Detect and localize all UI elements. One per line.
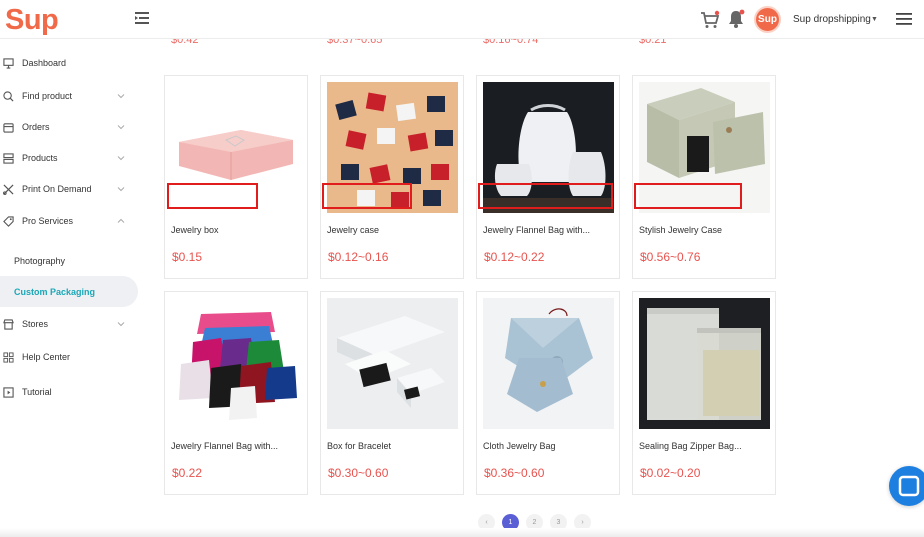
product-name[interactable]: Sealing Bag Zipper Bag... xyxy=(639,441,742,451)
sidebar-item-label: Products xyxy=(22,153,58,163)
username[interactable]: Sup dropshipping xyxy=(793,14,871,25)
product-price: $0.56~0.76 xyxy=(640,250,701,264)
chat-bubble-icon xyxy=(898,475,920,497)
bottom-divider xyxy=(0,528,924,537)
product-card[interactable]: Jewelry Flannel Bag with... $0.12~0.22 xyxy=(476,75,620,279)
sidebar-item-label: Pro Services xyxy=(22,216,74,226)
chevron-down-icon xyxy=(117,322,125,327)
grid-icon xyxy=(3,351,14,363)
sidebar-item-stores[interactable]: Stores xyxy=(0,309,140,339)
sidebar-subitem-photography[interactable]: Photography xyxy=(0,245,138,276)
sidebar-item-label: Help Center xyxy=(22,352,71,362)
search-icon xyxy=(3,90,14,102)
top-header: Sup Sup Sup dropshipping ▼ xyxy=(0,0,924,39)
sidebar-item-label: Orders xyxy=(22,122,50,132)
product-grid-area: $0.42 $0.37~0.65 $0.16~0.74 $0.21 Jewelr… xyxy=(140,34,924,537)
product-image[interactable] xyxy=(639,298,770,429)
highlight-box xyxy=(167,183,258,209)
sidebar-item-label: Print On Demand xyxy=(22,184,92,194)
sidebar-subitem-label: Custom Packaging xyxy=(14,286,96,297)
sidebar-subitem-custom-packaging[interactable]: Custom Packaging xyxy=(0,276,138,307)
product-name[interactable]: Jewelry Flannel Bag with... xyxy=(171,441,278,451)
product-name[interactable]: Jewelry Flannel Bag with... xyxy=(483,225,590,235)
product-name[interactable]: Stylish Jewelry Case xyxy=(639,225,722,235)
product-name[interactable]: Jewelry case xyxy=(327,225,379,235)
chevron-up-icon xyxy=(117,218,125,223)
sidebar-item-tutorial[interactable]: Tutorial xyxy=(0,377,140,407)
product-price: $0.12~0.16 xyxy=(328,250,389,264)
product-name[interactable]: Box for Bracelet xyxy=(327,441,391,451)
collapse-menu-icon[interactable] xyxy=(134,10,150,26)
sidebar-subitem-label: Photography xyxy=(14,255,66,266)
tools-icon xyxy=(3,183,14,195)
sidebar-item-find-product[interactable]: Find product xyxy=(0,81,140,111)
hamburger-menu-icon[interactable] xyxy=(896,12,912,26)
product-image[interactable] xyxy=(483,298,614,429)
sidebar-item-label: Find product xyxy=(22,91,73,101)
product-image[interactable] xyxy=(327,298,458,429)
product-card[interactable]: Box for Bracelet $0.30~0.60 xyxy=(320,291,464,495)
store-icon xyxy=(3,318,14,330)
product-price: $0.12~0.22 xyxy=(484,250,545,264)
chevron-down-icon xyxy=(117,187,125,192)
product-card[interactable]: Stylish Jewelry Case $0.56~0.76 xyxy=(632,75,776,279)
cart-icon[interactable] xyxy=(700,10,720,30)
tag-icon xyxy=(3,215,14,227)
sidebar-item-help-center[interactable]: Help Center xyxy=(0,342,140,372)
product-price: $0.30~0.60 xyxy=(328,466,389,480)
product-price: $0.36~0.60 xyxy=(484,466,545,480)
sidebar: Dashboard Find product Orders Products P… xyxy=(0,39,140,537)
logo[interactable]: Sup xyxy=(5,4,59,37)
bell-icon[interactable] xyxy=(727,9,745,29)
avatar[interactable]: Sup xyxy=(754,6,781,33)
product-name[interactable]: Cloth Jewelry Bag xyxy=(483,441,556,451)
product-price: $0.22 xyxy=(172,466,203,480)
sidebar-item-print-on-demand[interactable]: Print On Demand xyxy=(0,174,140,204)
sidebar-item-label: Stores xyxy=(22,319,49,329)
product-card[interactable]: Cloth Jewelry Bag $0.36~0.60 xyxy=(476,291,620,495)
product-price: $0.15 xyxy=(172,250,203,264)
wallet-icon xyxy=(3,122,14,133)
sidebar-item-label: Tutorial xyxy=(22,387,52,397)
sidebar-item-label: Dashboard xyxy=(22,58,67,68)
product-card[interactable]: Sealing Bag Zipper Bag... $0.02~0.20 xyxy=(632,291,776,495)
monitor-icon xyxy=(3,57,14,69)
chevron-down-icon xyxy=(117,125,125,130)
product-card[interactable]: Jewelry box $0.15 xyxy=(164,75,308,279)
product-card[interactable]: Jewelry Flannel Bag with... $0.22 xyxy=(164,291,308,495)
list-icon xyxy=(3,152,14,164)
sidebar-item-pro-services[interactable]: Pro Services xyxy=(0,206,140,236)
product-card[interactable]: Jewelry case $0.12~0.16 xyxy=(320,75,464,279)
chevron-down-icon xyxy=(117,94,125,99)
product-price: $0.02~0.20 xyxy=(640,466,701,480)
play-icon xyxy=(3,386,14,398)
sidebar-item-orders[interactable]: Orders xyxy=(0,112,140,142)
sidebar-item-products[interactable]: Products xyxy=(0,143,140,173)
chat-widget-icon[interactable] xyxy=(889,466,924,506)
product-name[interactable]: Jewelry box xyxy=(171,225,219,235)
highlight-box xyxy=(478,183,613,209)
highlight-box xyxy=(322,183,412,209)
chevron-down-icon xyxy=(117,156,125,161)
product-image[interactable] xyxy=(171,298,302,429)
sidebar-item-dashboard[interactable]: Dashboard xyxy=(0,48,140,78)
caret-down-icon[interactable]: ▼ xyxy=(871,16,878,23)
highlight-box xyxy=(634,183,742,209)
